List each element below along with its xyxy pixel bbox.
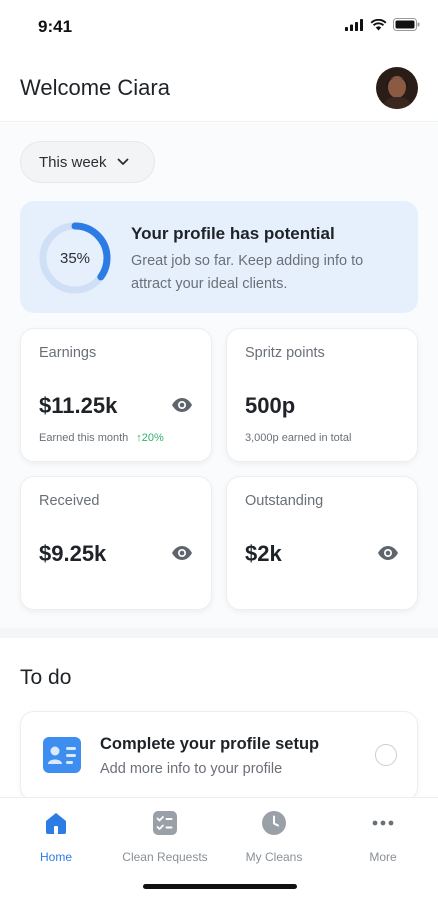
spritz-points-value: 500p [245, 393, 296, 418]
todo-item[interactable]: Complete your profile setup Add more inf… [20, 711, 418, 801]
profile-card-title: Your profile has potential [131, 224, 335, 243]
todo-item-description: Add more info to your profile [100, 761, 283, 777]
battery-icon [393, 18, 420, 31]
earnings-value: $11.25k [39, 393, 118, 418]
profile-progress-percent: 35% [59, 249, 91, 267]
profile-progress-card[interactable]: 35% Your profile has potential Great job… [20, 201, 418, 313]
tab-more[interactable]: More [328, 810, 438, 864]
eye-icon[interactable] [171, 545, 193, 561]
period-dropdown-value: This week [39, 153, 107, 171]
spritz-points-label: Spritz points [245, 345, 325, 361]
received-value: $9.25k [39, 541, 107, 566]
spritz-points-subtext: 3,000p earned in total [245, 432, 351, 444]
outstanding-card[interactable]: Outstanding $2k [226, 476, 418, 610]
tab-clean-requests-label: Clean Requests [122, 850, 208, 864]
received-label: Received [39, 493, 100, 509]
todo-section-title: To do [20, 666, 72, 689]
profile-card-icon [43, 737, 81, 773]
tab-home[interactable]: Home [1, 810, 111, 864]
period-dropdown[interactable]: This week [20, 141, 155, 183]
section-divider [0, 628, 438, 638]
eye-icon[interactable] [171, 397, 193, 413]
avatar-image [376, 67, 418, 109]
status-bar: 9:41 [0, 0, 438, 52]
eye-icon[interactable] [377, 545, 399, 561]
cellular-signal-icon [345, 18, 363, 31]
clock-icon [262, 811, 286, 835]
chevron-down-icon [117, 158, 128, 165]
earnings-label: Earnings [39, 345, 97, 361]
status-icons [345, 18, 420, 31]
earnings-card[interactable]: Earnings $11.25k Earned this month ↑20% [20, 328, 212, 462]
header: Welcome Ciara [0, 52, 438, 122]
earnings-subtext: Earned this month ↑20% [39, 432, 164, 444]
tab-my-cleans[interactable]: My Cleans [219, 810, 329, 864]
spritz-points-total-text: 3,000p earned in total [245, 432, 352, 444]
avatar[interactable] [376, 67, 418, 109]
tab-home-label: Home [39, 850, 72, 864]
tab-clean-requests[interactable]: Clean Requests [110, 810, 220, 864]
home-indicator [143, 884, 297, 889]
outstanding-value: $2k [245, 541, 282, 566]
page-title: Welcome Ciara [20, 75, 170, 100]
received-card[interactable]: Received $9.25k [20, 476, 212, 610]
tab-my-cleans-label: My Cleans [245, 850, 303, 864]
earnings-period-text: Earned this month [39, 432, 129, 444]
todo-checkbox[interactable] [375, 744, 397, 766]
more-icon [372, 820, 394, 826]
spritz-points-card[interactable]: Spritz points 500p 3,000p earned in tota… [226, 328, 418, 462]
outstanding-label: Outstanding [245, 493, 324, 509]
todo-item-title: Complete your profile setup [100, 735, 320, 753]
tab-more-label: More [369, 850, 397, 864]
wifi-icon [370, 18, 387, 30]
status-time: 9:41 [38, 17, 73, 36]
home-icon [46, 813, 66, 834]
checklist-icon [153, 811, 177, 835]
profile-card-description: Great job so far. Keep adding info to at… [131, 253, 364, 292]
earnings-trend-badge: ↑20% [136, 432, 164, 444]
